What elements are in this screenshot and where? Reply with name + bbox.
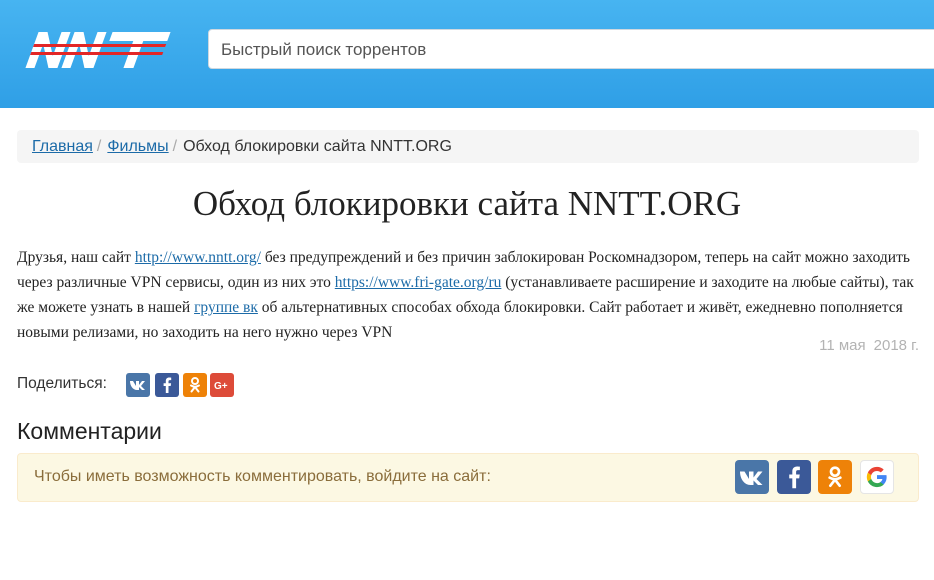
vk-icon <box>130 381 145 390</box>
nntt-link[interactable]: http://www.nntt.org/ <box>135 249 261 266</box>
google-plus-icon: G+ <box>214 381 228 391</box>
breadcrumb: Главная / Фильмы / Обход блокировки сайта NN… <box>17 130 919 163</box>
share-vk-button[interactable] <box>126 373 150 397</box>
share-facebook-button[interactable] <box>155 373 179 397</box>
publish-date-day: 11 мая <box>819 337 866 354</box>
login-prompt: Чтобы иметь возможность комментировать, … <box>34 468 491 485</box>
breadcrumb-films-link[interactable]: Фильмы <box>107 138 168 155</box>
share-label: Поделиться: <box>17 375 107 392</box>
search-input[interactable] <box>219 30 923 70</box>
breadcrumb-home-link[interactable]: Главная <box>32 138 93 155</box>
google-icon <box>866 466 887 488</box>
facebook-icon <box>163 377 172 393</box>
search-box[interactable] <box>208 29 934 70</box>
svg-text:G+: G+ <box>214 381 228 391</box>
odnoklassniki-icon <box>828 466 842 487</box>
share-odnoklassniki-button[interactable] <box>183 373 207 397</box>
login-vk-button[interactable] <box>735 460 769 494</box>
frigate-link[interactable]: https://www.fri-gate.org/ru <box>335 274 502 291</box>
vk-icon <box>740 471 763 485</box>
site-header <box>0 0 934 108</box>
facebook-icon <box>789 466 800 489</box>
login-facebook-button[interactable] <box>777 460 811 494</box>
vk-group-link[interactable]: группе вк <box>194 299 258 316</box>
login-google-button[interactable] <box>860 460 894 494</box>
login-odnoklassniki-button[interactable] <box>818 460 852 494</box>
comment-login-box: Чтобы иметь возможность комментировать, … <box>17 453 919 502</box>
article-body: Друзья, наш сайт http://www.nntt.org/ бе… <box>17 245 922 345</box>
breadcrumb-current: Обход блокировки сайта NNTT.ORG <box>183 138 452 155</box>
breadcrumb-separator: / <box>96 138 102 155</box>
comments-title: Комментарии <box>17 418 162 444</box>
article-text: Друзья, наш сайт <box>17 249 135 266</box>
publish-date-year: 2018 г. <box>873 337 919 354</box>
share-google-plus-button[interactable]: G+ <box>210 373 234 397</box>
odnoklassniki-icon <box>190 377 200 393</box>
publish-date: 11 мая 2018 г. <box>819 337 919 354</box>
page-title: Обход блокировки сайта NNTT.ORG <box>192 184 742 223</box>
breadcrumb-separator: / <box>172 138 178 155</box>
site-logo[interactable] <box>20 28 176 72</box>
